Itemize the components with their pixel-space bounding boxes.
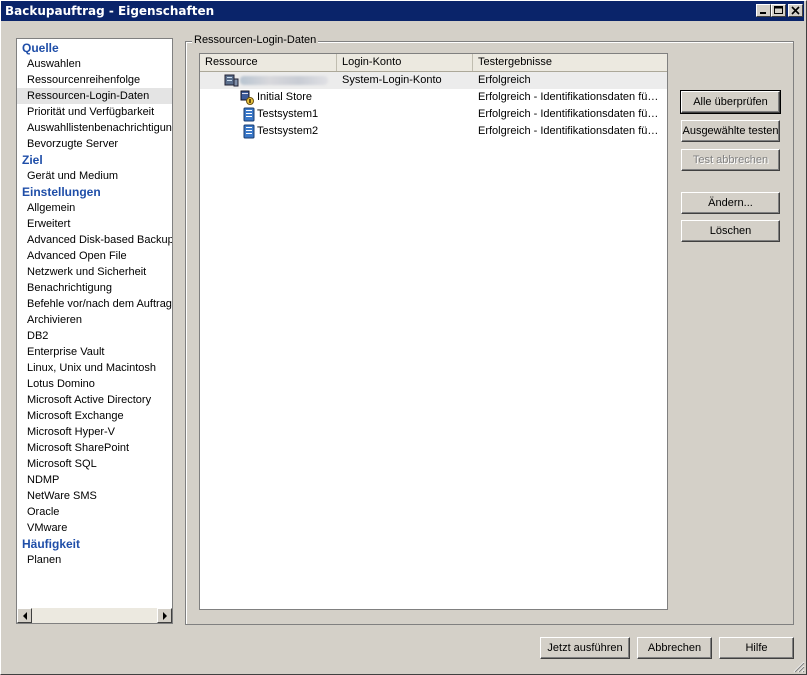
category-item[interactable]: Allgemein (17, 200, 172, 216)
category-item[interactable]: NetWare SMS (17, 488, 172, 504)
help-button[interactable]: Hilfe (719, 637, 794, 659)
category-item[interactable]: DB2 (17, 328, 172, 344)
close-icon (791, 6, 800, 15)
run-now-button[interactable]: Jetzt ausführen (540, 637, 630, 659)
category-item[interactable]: Microsoft SharePoint (17, 440, 172, 456)
title-bar[interactable]: Backupauftrag - Eigenschaften (1, 1, 804, 21)
category-item[interactable]: Enterprise Vault (17, 344, 172, 360)
category-item[interactable]: Linux, Unix und Macintosh (17, 360, 172, 376)
category-item[interactable]: Microsoft SQL (17, 456, 172, 472)
test-result: Erfolgreich - Identifikationsdaten fü… (478, 125, 659, 137)
scroll-left-button[interactable] (17, 608, 32, 623)
resource-name: Testsystem1 (257, 108, 319, 120)
category-item[interactable]: Lotus Domino (17, 376, 172, 392)
category-item[interactable]: Bevorzugte Server (17, 136, 172, 152)
maximize-icon (774, 6, 783, 14)
minimize-button[interactable] (756, 4, 771, 17)
resource-name: Initial Store (257, 91, 313, 103)
category-heading: Ziel (22, 153, 43, 167)
category-item[interactable]: Priorität und Verfügbarkeit (17, 104, 172, 120)
category-item[interactable]: Auswahllistenbenachrichtigung (17, 120, 172, 136)
category-item[interactable]: Ressourcen-Login-Daten (17, 88, 172, 104)
category-heading: Häufigkeit (22, 537, 81, 551)
column-header-login-account[interactable]: Login-Konto (337, 54, 473, 71)
group-label: Ressourcen-Login-Daten (192, 34, 319, 46)
category-heading: Einstellungen (22, 185, 101, 199)
column-header-resource[interactable]: Ressource (200, 54, 337, 71)
category-item[interactable]: Netzwerk und Sicherheit (17, 264, 172, 280)
login-account: System-Login-Konto (342, 74, 442, 86)
horizontal-scrollbar[interactable] (17, 608, 172, 623)
test-result: Erfolgreich - Identifikationsdaten fü… (478, 108, 659, 120)
category-item[interactable]: Microsoft Exchange (17, 408, 172, 424)
close-button[interactable] (788, 4, 803, 17)
list-header: Ressource Login-Konto Testergebnisse (200, 54, 667, 72)
resize-grip-icon[interactable] (793, 661, 805, 673)
category-item[interactable]: VMware (17, 520, 172, 536)
window-title: Backupauftrag - Eigenschaften (5, 4, 215, 18)
category-item[interactable]: Auswahlen (17, 56, 172, 72)
property-category-list[interactable]: Quelle Auswahlen Ressourcenreihenfolge Ress… (16, 38, 173, 624)
cancel-button[interactable]: Abbrechen (637, 637, 712, 659)
table-row[interactable]: Initial Store Erfolgreich - Identifikati… (200, 89, 667, 106)
resource-name: Testsystem2 (257, 125, 319, 137)
minimize-icon (760, 12, 766, 14)
table-row[interactable]: Testsystem1 Erfolgreich - Identifikation… (200, 106, 667, 123)
category-item[interactable]: Erweitert (17, 216, 172, 232)
category-heading: Quelle (22, 41, 59, 55)
category-item[interactable]: Oracle (17, 504, 172, 520)
check-all-button[interactable]: Alle überprüfen (680, 90, 781, 114)
table-row[interactable]: Testsystem2 Erfolgreich - Identifikation… (200, 123, 667, 140)
category-item[interactable]: Microsoft Active Directory (17, 392, 172, 408)
resource-credentials-list[interactable]: Ressource Login-Konto Testergebnisse Sys… (199, 53, 668, 610)
category-item[interactable]: Advanced Disk-based Backup (17, 232, 172, 248)
category-item[interactable]: Gerät und Medium (17, 168, 172, 184)
category-item[interactable]: Ressourcenreihenfolge (17, 72, 172, 88)
category-item[interactable]: Advanced Open File (17, 248, 172, 264)
scroll-right-button[interactable] (157, 608, 172, 623)
server-icon (224, 74, 239, 87)
test-selected-button[interactable]: Ausgewählte testen (681, 120, 780, 142)
database-icon (243, 107, 255, 122)
category-item[interactable]: Befehle vor/nach dem Auftrag (17, 296, 172, 312)
category-item[interactable]: Planen (17, 552, 172, 568)
arrow-right-icon (163, 612, 167, 620)
category-item[interactable]: NDMP (17, 472, 172, 488)
column-header-test-results[interactable]: Testergebnisse (473, 54, 667, 71)
maximize-button[interactable] (771, 4, 786, 17)
store-icon (240, 90, 254, 105)
table-row[interactable]: System-Login-Konto Erfolgreich (200, 72, 667, 89)
category-item[interactable]: Archivieren (17, 312, 172, 328)
category-item[interactable]: Benachrichtigung (17, 280, 172, 296)
category-items: Quelle Auswahlen Ressourcenreihenfolge Ress… (17, 40, 172, 568)
arrow-left-icon (23, 612, 27, 620)
cancel-test-button[interactable]: Test abbrechen (681, 149, 780, 171)
resource-name-redacted (240, 76, 328, 85)
edit-button[interactable]: Ändern... (681, 192, 780, 214)
test-result: Erfolgreich - Identifikationsdaten fü… (478, 91, 659, 103)
database-icon (243, 124, 255, 139)
category-item[interactable]: Microsoft Hyper-V (17, 424, 172, 440)
delete-button[interactable]: Löschen (681, 220, 780, 242)
test-result: Erfolgreich (478, 74, 531, 86)
